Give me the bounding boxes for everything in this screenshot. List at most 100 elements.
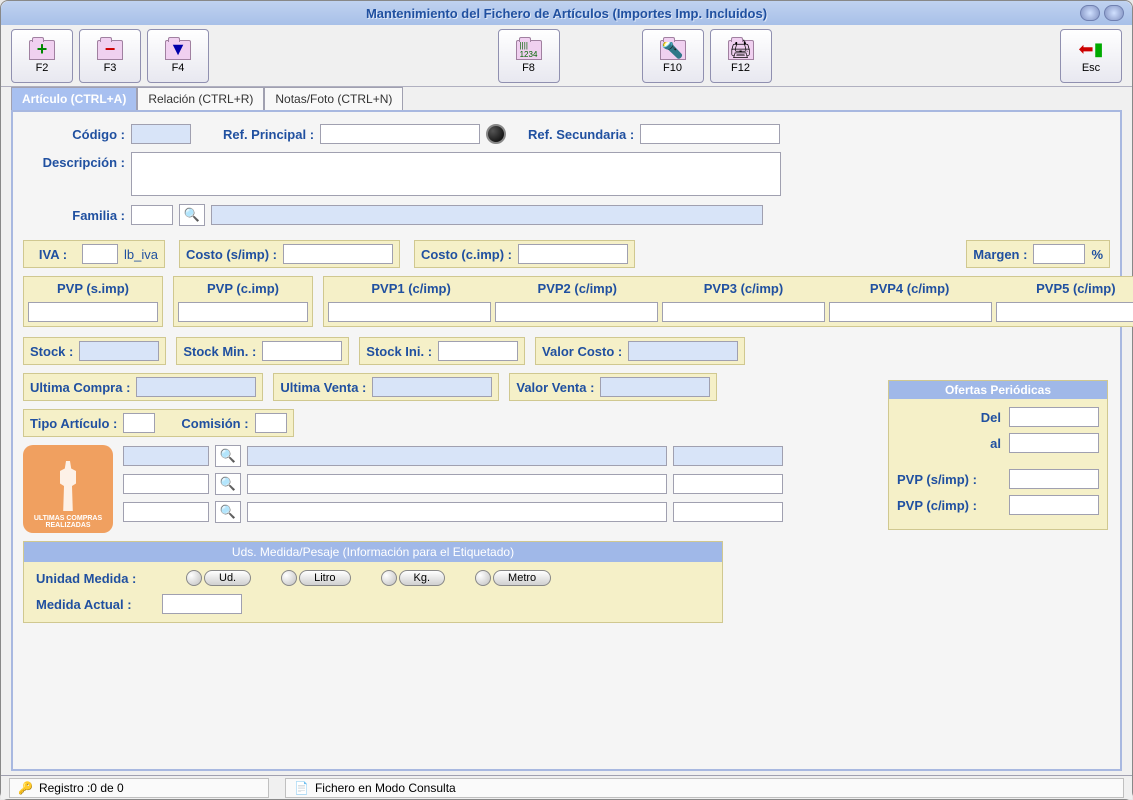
pvp3-label: PVP3 (c/imp) (704, 281, 783, 296)
esc-button[interactable]: ⬅▮ Esc (1060, 29, 1122, 83)
ofertas-del-input[interactable] (1009, 407, 1099, 427)
stock-min-input[interactable] (262, 341, 342, 361)
codigo-label: Código : (23, 127, 125, 142)
f3-label: F3 (104, 62, 117, 74)
costo-cimp-input[interactable] (518, 244, 628, 264)
person-icon (48, 461, 88, 511)
pvp1-input[interactable] (328, 302, 491, 322)
file-icon: 📄 (294, 781, 309, 795)
familia-desc-input[interactable] (211, 205, 763, 225)
stock-label: Stock : (30, 344, 73, 359)
stock-ini-group: Stock Ini. : (359, 337, 525, 365)
f4-label: F4 (172, 62, 185, 74)
ultima-venta-input[interactable] (372, 377, 492, 397)
tab-relacion[interactable]: Relación (CTRL+R) (137, 87, 264, 110)
pvp1-label: PVP1 (c/imp) (371, 281, 450, 296)
printer-icon: 🖨 (727, 38, 755, 62)
search-icon: 🔍 (220, 476, 236, 492)
valor-venta-label: Valor Venta : (516, 380, 594, 395)
radio-icon (475, 570, 491, 586)
compra-row3-code[interactable] (123, 502, 209, 522)
compra-row1-code[interactable] (123, 446, 209, 466)
status-registro: 🔑 Registro :0 de 0 (9, 778, 269, 798)
ofertas-pvp-cimp-input[interactable] (1009, 495, 1099, 515)
ref-secundaria-input[interactable] (640, 124, 780, 144)
tipo-comision-group: Tipo Artículo : Comisión : (23, 409, 294, 437)
tipo-articulo-input[interactable] (123, 413, 155, 433)
pvp4-input[interactable] (829, 302, 992, 322)
iva-input[interactable] (82, 244, 118, 264)
search-icon: 🔍 (220, 448, 236, 464)
pvp5-label: PVP5 (c/imp) (1036, 281, 1115, 296)
valor-venta-input[interactable] (600, 377, 710, 397)
tab-notas[interactable]: Notas/Foto (CTRL+N) (264, 87, 403, 110)
pvp3-input[interactable] (662, 302, 825, 322)
unidad-medida-label: Unidad Medida : (36, 571, 156, 586)
f8-label: F8 (522, 62, 535, 74)
compra-row3-val[interactable] (673, 502, 783, 522)
codigo-input[interactable] (131, 124, 191, 144)
f10-label: F10 (663, 62, 682, 74)
ultimas-compras-badge[interactable]: ULTIMAS COMPRAS REALIZADAS (23, 445, 113, 533)
window-control-2[interactable] (1104, 5, 1124, 21)
f3-button[interactable]: − F3 (79, 29, 141, 83)
medida-actual-label: Medida Actual : (36, 597, 156, 612)
compra-row3-desc[interactable] (247, 502, 667, 522)
comision-input[interactable] (255, 413, 287, 433)
f12-button[interactable]: 🖨 F12 (710, 29, 772, 83)
compra-row2-lookup[interactable]: 🔍 (215, 473, 241, 495)
pvp2-input[interactable] (495, 302, 658, 322)
toolbar: + F2 − F3 ▼ F4 ||||1234 F8 🔦 F10 🖨 F12 (1, 25, 1132, 87)
radio-kg[interactable]: Kg. (381, 570, 446, 586)
radio-icon (186, 570, 202, 586)
tab-articulo[interactable]: Artículo (CTRL+A) (11, 87, 137, 110)
compra-row1-lookup[interactable]: 🔍 (215, 445, 241, 467)
ultima-compra-input[interactable] (136, 377, 256, 397)
ref-indicator-dot[interactable] (486, 124, 506, 144)
search-icon: 🔍 (184, 207, 200, 223)
compra-row2-val[interactable] (673, 474, 783, 494)
compra-row2-code[interactable] (123, 474, 209, 494)
descripcion-input[interactable] (131, 152, 781, 196)
ofertas-al-input[interactable] (1009, 433, 1099, 453)
pvp-cimp-input[interactable] (178, 302, 308, 322)
f2-button[interactable]: + F2 (11, 29, 73, 83)
stock-input[interactable] (79, 341, 159, 361)
margen-unit: % (1091, 247, 1103, 262)
medida-actual-input[interactable] (162, 594, 242, 614)
valor-costo-input[interactable] (628, 341, 738, 361)
f10-button[interactable]: 🔦 F10 (642, 29, 704, 83)
f8-button[interactable]: ||||1234 F8 (498, 29, 560, 83)
titlebar-controls (1080, 5, 1124, 21)
pvp4-label: PVP4 (c/imp) (870, 281, 949, 296)
window-control-1[interactable] (1080, 5, 1100, 21)
f4-button[interactable]: ▼ F4 (147, 29, 209, 83)
radio-litro[interactable]: Litro (281, 570, 350, 586)
ultima-venta-label: Ultima Venta : (280, 380, 366, 395)
ref-principal-input[interactable] (320, 124, 480, 144)
pvp5-input[interactable] (996, 302, 1133, 322)
familia-lookup-button[interactable]: 🔍 (179, 204, 205, 226)
compra-row2-desc[interactable] (247, 474, 667, 494)
radio-icon (381, 570, 397, 586)
ofertas-pvp-simp-input[interactable] (1009, 469, 1099, 489)
valor-venta-group: Valor Venta : (509, 373, 717, 401)
costo-simp-input[interactable] (283, 244, 393, 264)
familia-code-input[interactable] (131, 205, 173, 225)
status-modo: 📄 Fichero en Modo Consulta (285, 778, 1124, 798)
pvp-cimp-label: PVP (c.imp) (207, 281, 279, 296)
radio-ud[interactable]: Ud. (186, 570, 251, 586)
stock-ini-input[interactable] (438, 341, 518, 361)
compra-row1-desc[interactable] (247, 446, 667, 466)
key-icon: 🔑 (18, 781, 33, 795)
ofertas-al-label: al (990, 436, 1001, 451)
costo-cimp-group: Costo (c.imp) : (414, 240, 635, 268)
pvp-simp-input[interactable] (28, 302, 158, 322)
valor-costo-label: Valor Costo : (542, 344, 622, 359)
compra-row3-lookup[interactable]: 🔍 (215, 501, 241, 523)
margen-input[interactable] (1033, 244, 1085, 264)
compra-row1-val[interactable] (673, 446, 783, 466)
radio-metro[interactable]: Metro (475, 570, 551, 586)
stock-group: Stock : (23, 337, 166, 365)
stock-min-group: Stock Min. : (176, 337, 349, 365)
